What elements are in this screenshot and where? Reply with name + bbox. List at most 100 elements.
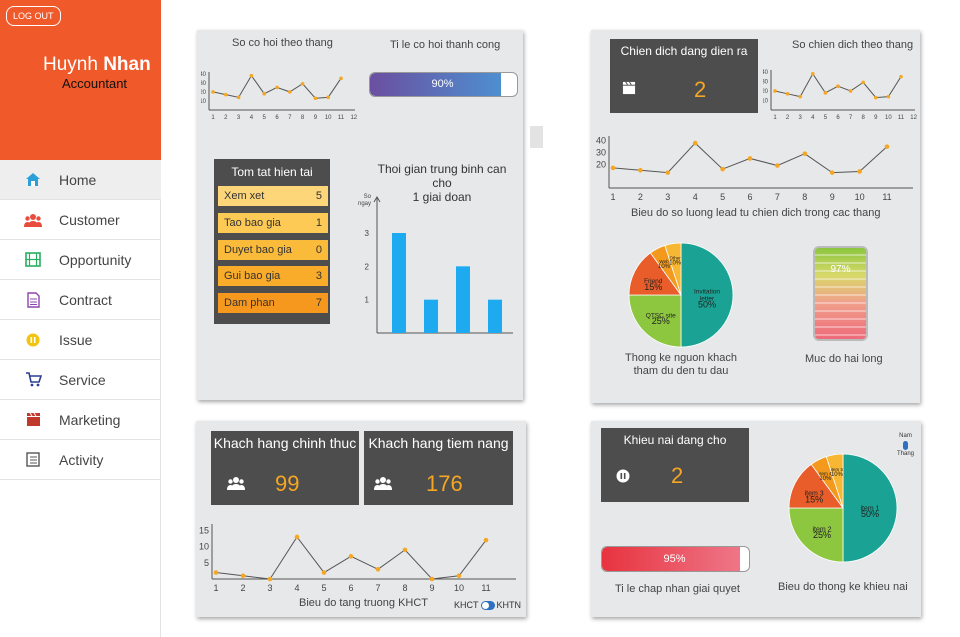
pending-complaint-card[interactable]: Khieu nai dang cho 2 <box>601 428 749 502</box>
x-tick-label: 9 <box>429 583 434 593</box>
document-icon <box>24 291 42 308</box>
slice-percent: 10% <box>669 261 682 267</box>
customer-growth-caption: Bieu do tang truong KHCT <box>299 597 429 609</box>
y-tick-label: 20 <box>596 159 606 169</box>
x-tick-label: 10 <box>454 583 464 593</box>
summary-row[interactable]: Dam phan 7 <box>218 293 328 313</box>
data-point <box>848 89 853 93</box>
y-tick-label: 40 <box>201 72 207 78</box>
cart-icon <box>24 372 42 388</box>
accept-rate-bar: 95% <box>601 546 750 572</box>
opportunity-line-chart: 40302010123456789101112 <box>201 72 358 121</box>
x-tick-label: 4 <box>811 115 815 121</box>
official-customer-card[interactable]: Khach hang chinh thuc 99 <box>211 431 359 505</box>
sidebar-item-customer[interactable]: Customer <box>0 200 161 240</box>
data-point <box>811 72 815 76</box>
slice-percent: 15% <box>644 282 662 292</box>
success-rate-bar: 90% <box>369 72 518 97</box>
sidebar-item-label: Home <box>59 171 97 188</box>
customer-chart-toggle[interactable]: KHCT KHTN <box>454 600 521 610</box>
y-axis-label: So <box>364 194 372 200</box>
x-tick-label: 5 <box>321 583 326 593</box>
y-tick-label: 30 <box>596 148 606 158</box>
sidebar-item-home[interactable]: Home <box>0 160 161 200</box>
clapper-icon <box>24 412 42 428</box>
bar <box>456 266 470 333</box>
x-tick-label: 6 <box>836 115 840 121</box>
sidebar-item-issue[interactable]: Issue <box>0 320 161 360</box>
y-tick-label: 10 <box>201 99 207 105</box>
data-point <box>294 534 300 540</box>
summary-row[interactable]: Xem xet 5 <box>218 186 328 206</box>
sidebar-item-opportunity[interactable]: Opportunity <box>0 240 161 280</box>
summary-row[interactable]: Duyet bao gia 0 <box>218 240 328 260</box>
summary-row[interactable]: Tao bao gia 1 <box>218 213 328 233</box>
running-campaign-value: 2 <box>694 77 707 102</box>
x-tick-label: 3 <box>665 192 670 202</box>
y-tick-label: 30 <box>201 81 207 87</box>
y-tick-label: 1 <box>365 296 370 305</box>
data-point <box>638 167 643 173</box>
y-tick-label: 5 <box>204 558 209 568</box>
potential-customer-title: Khach hang tiem nang <box>368 435 509 451</box>
data-point <box>610 165 616 171</box>
source-pie-caption: Thong ke nguon khach tham du den tu dau <box>611 352 751 378</box>
x-tick-label: 1 <box>773 115 777 121</box>
summary-label: Xem xet <box>224 190 265 202</box>
data-point <box>429 576 435 582</box>
data-point <box>829 170 835 175</box>
x-tick-label: 8 <box>862 115 866 121</box>
x-tick-label: 12 <box>910 115 917 121</box>
slice-percent: 50% <box>861 509 879 519</box>
data-point <box>773 89 777 93</box>
customer-growth-line-chart: 15 10 5 1 2 3 4 5 6 7 8 9 10 11 <box>199 524 516 593</box>
sidebar-item-label: Activity <box>59 451 104 468</box>
y-tick-label: 10 <box>199 542 209 552</box>
y-tick-label: 2 <box>365 262 370 271</box>
summary-row[interactable]: Gui bao gia 3 <box>218 266 328 286</box>
slice-label: Invitation <box>694 289 720 296</box>
data-point <box>267 576 273 582</box>
satisfaction-value: 97% <box>830 264 851 275</box>
sidebar-item-label: Opportunity <box>59 251 132 268</box>
logout-button[interactable]: LOG OUT <box>6 6 61 26</box>
x-tick-label: 7 <box>775 192 780 202</box>
brand-header: LOG OUT Huynh Nhan Accountant <box>0 0 161 160</box>
toggle-top-label: Nam <box>899 433 912 439</box>
official-customer-title: Khach hang chinh thuc <box>213 435 357 451</box>
summary-value: 7 <box>315 297 322 309</box>
toggle-switch[interactable] <box>480 600 495 610</box>
running-campaign-card[interactable]: Chien dich dang dien ra 2 <box>610 39 758 113</box>
x-tick-label: 5 <box>720 192 725 202</box>
summary-label: Dam phan <box>224 297 275 309</box>
bar <box>488 299 502 333</box>
brand-name: Huynh Nhan <box>43 54 151 76</box>
sidebar-item-marketing[interactable]: Marketing <box>0 400 161 440</box>
scroll-handle[interactable] <box>530 126 543 148</box>
sidebar-nav: Home Customer Opportunity Contract Issue… <box>0 160 161 480</box>
brand-role: Accountant <box>62 76 128 91</box>
data-point <box>249 73 254 78</box>
data-point <box>785 92 790 96</box>
x-tick-label: 2 <box>786 115 790 121</box>
complaint-pie-caption: Bieu do thong ke khieu nai <box>778 581 908 593</box>
x-tick-label: 5 <box>824 115 828 121</box>
toggle-switch[interactable] <box>903 441 908 450</box>
x-tick-label: 1 <box>610 192 615 202</box>
film-icon <box>24 252 42 268</box>
x-tick-label: 1 <box>211 115 215 121</box>
x-tick-label: 12 <box>350 115 357 121</box>
sidebar-item-activity[interactable]: Activity <box>0 440 161 480</box>
data-point <box>240 573 246 579</box>
pending-complaint-value: 2 <box>671 463 684 488</box>
source-pie-caption-line-1: Thong ke nguon khach <box>625 352 737 364</box>
complaint-pie-chart: item 150%item 225%item 315%item 410%item… <box>788 453 898 563</box>
lead-line-chart: 40 3020 1 2 3 4 5 6 7 8 9 10 11 <box>596 136 913 202</box>
sidebar: LOG OUT Huynh Nhan Accountant Home Custo… <box>0 0 161 637</box>
sidebar-item-service[interactable]: Service <box>0 360 161 400</box>
satisfaction-gauge: 97% <box>813 246 868 341</box>
list-icon <box>24 452 42 468</box>
sidebar-item-contract[interactable]: Contract <box>0 280 161 320</box>
potential-customer-card[interactable]: Khach hang tiem nang 176 <box>364 431 513 505</box>
x-tick-label: 4 <box>693 192 698 202</box>
